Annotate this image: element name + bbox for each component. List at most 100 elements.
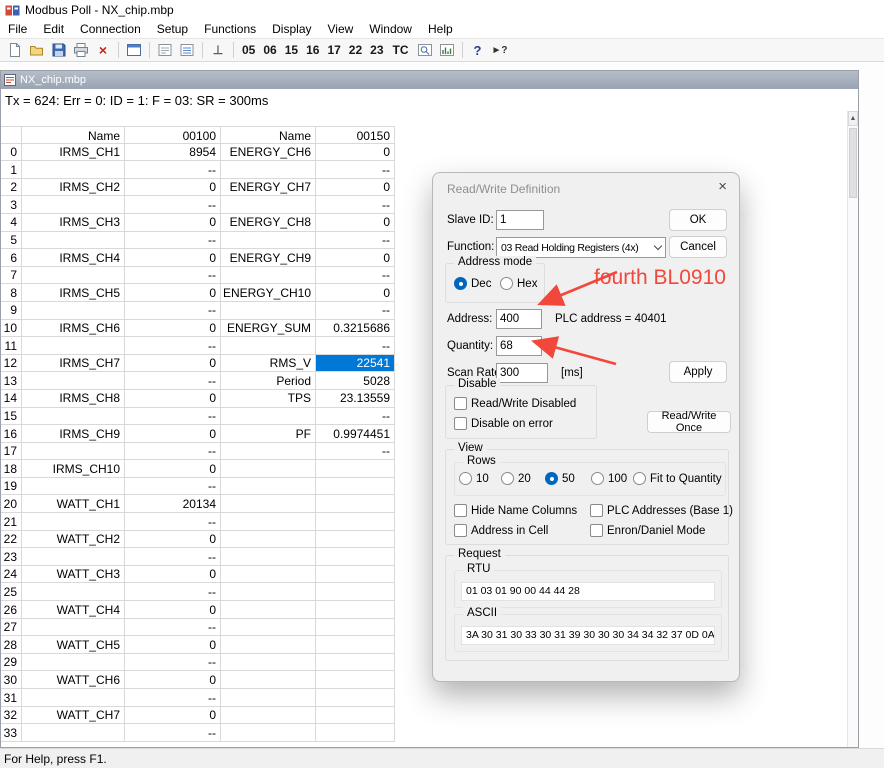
value-cell[interactable]: -- (125, 689, 221, 707)
value-cell[interactable]: 0 (125, 671, 221, 689)
value-cell[interactable]: 22541 (316, 355, 395, 373)
value-cell[interactable]: -- (125, 337, 221, 355)
name-cell[interactable]: IRMS_CH2 (22, 179, 125, 197)
name-cell[interactable] (221, 724, 316, 742)
value-cell[interactable]: 0 (125, 284, 221, 302)
name-cell[interactable]: ENERGY_CH10 (221, 284, 316, 302)
name-cell[interactable] (221, 601, 316, 619)
value-cell[interactable]: -- (125, 583, 221, 601)
hide-name-columns-checkbox[interactable]: Hide Name Columns (454, 504, 577, 517)
name-cell[interactable] (221, 302, 316, 320)
name-cell[interactable] (221, 478, 316, 496)
pin-button[interactable]: ⊥ (207, 39, 229, 61)
name-cell[interactable] (221, 161, 316, 179)
value-cell[interactable]: -- (316, 302, 395, 320)
new-file-button[interactable] (4, 39, 26, 61)
name-cell[interactable] (22, 478, 125, 496)
name-cell[interactable]: IRMS_CH5 (22, 284, 125, 302)
value-cell[interactable] (316, 531, 395, 549)
name-cell[interactable] (22, 196, 125, 214)
name-cell[interactable]: TPS (221, 390, 316, 408)
name-cell[interactable] (221, 460, 316, 478)
menu-item[interactable]: View (320, 21, 362, 37)
value-cell[interactable] (316, 654, 395, 672)
name-cell[interactable] (22, 302, 125, 320)
value-cell[interactable]: 0 (316, 284, 395, 302)
name-cell[interactable]: WATT_CH4 (22, 601, 125, 619)
value-cell[interactable]: -- (125, 443, 221, 461)
name-cell[interactable]: WATT_CH6 (22, 671, 125, 689)
help-button[interactable]: ? (467, 39, 489, 61)
name-cell[interactable] (22, 513, 125, 531)
value-cell[interactable]: -- (125, 372, 221, 390)
value-cell[interactable]: -- (125, 267, 221, 285)
value-cell[interactable] (316, 478, 395, 496)
value-cell[interactable]: -- (125, 619, 221, 637)
rows-fit-radio[interactable]: Fit to Quantity (633, 472, 722, 485)
value-cell[interactable] (316, 548, 395, 566)
rows-50-radio[interactable]: 50 (545, 472, 575, 485)
name-cell[interactable] (221, 671, 316, 689)
value-cell[interactable]: 5028 (316, 372, 395, 390)
rows-100-radio[interactable]: 100 (591, 472, 627, 485)
value-cell[interactable]: 0.3215686 (316, 320, 395, 338)
display-options-button[interactable] (176, 39, 198, 61)
scan-rate-input[interactable] (496, 363, 548, 383)
name-cell[interactable] (221, 443, 316, 461)
disable-on-error-checkbox[interactable]: Disable on error (454, 417, 553, 430)
name-cell[interactable] (221, 654, 316, 672)
name-cell[interactable] (221, 636, 316, 654)
menu-item[interactable]: Connection (72, 21, 149, 37)
name-cell[interactable]: ENERGY_CH8 (221, 214, 316, 232)
quantity-input[interactable] (496, 336, 542, 356)
plc-addresses-checkbox[interactable]: PLC Addresses (Base 1) (590, 504, 733, 517)
value-cell[interactable]: -- (316, 161, 395, 179)
test-center-button[interactable]: TC (388, 39, 414, 61)
name-cell[interactable]: IRMS_CH3 (22, 214, 125, 232)
value-cell[interactable] (316, 671, 395, 689)
name-cell[interactable] (221, 689, 316, 707)
value-cell[interactable]: 0 (316, 214, 395, 232)
name-cell[interactable] (22, 583, 125, 601)
value-cell[interactable]: 0 (125, 179, 221, 197)
name-cell[interactable] (22, 161, 125, 179)
name-cell[interactable]: IRMS_CH8 (22, 390, 125, 408)
name-cell[interactable] (22, 724, 125, 742)
name-cell[interactable]: IRMS_CH1 (22, 144, 125, 162)
name-cell[interactable] (22, 408, 125, 426)
value-cell[interactable]: -- (125, 302, 221, 320)
value-cell[interactable]: 0 (125, 249, 221, 267)
scrollbar-thumb[interactable] (849, 128, 857, 198)
context-help-button[interactable]: ►? (489, 39, 511, 61)
name-cell[interactable]: WATT_CH1 (22, 495, 125, 513)
name-cell[interactable]: WATT_CH7 (22, 707, 125, 725)
ok-button[interactable]: OK (669, 209, 727, 231)
enron-daniel-checkbox[interactable]: Enron/Daniel Mode (590, 524, 705, 537)
value-cell[interactable]: 0 (125, 566, 221, 584)
name-cell[interactable] (22, 337, 125, 355)
name-cell[interactable]: ENERGY_CH7 (221, 179, 316, 197)
name-cell[interactable]: ENERGY_CH9 (221, 249, 316, 267)
function-code-button[interactable]: 17 (324, 39, 343, 61)
read-write-disabled-checkbox[interactable]: Read/Write Disabled (454, 397, 576, 410)
value-cell[interactable]: -- (316, 232, 395, 250)
value-cell[interactable]: -- (316, 267, 395, 285)
read-write-once-button[interactable]: Read/Write Once (647, 411, 731, 433)
name-cell[interactable] (221, 619, 316, 637)
name-cell[interactable] (22, 443, 125, 461)
name-cell[interactable] (22, 232, 125, 250)
cancel-button[interactable]: Cancel (669, 236, 727, 258)
value-cell[interactable]: 0 (316, 249, 395, 267)
value-cell[interactable]: -- (125, 548, 221, 566)
name-cell[interactable]: WATT_CH3 (22, 566, 125, 584)
name-cell[interactable] (221, 232, 316, 250)
name-cell[interactable]: IRMS_CH6 (22, 320, 125, 338)
function-code-button[interactable]: 23 (367, 39, 386, 61)
name-cell[interactable] (221, 196, 316, 214)
dec-radio[interactable]: Dec (454, 277, 491, 290)
name-cell[interactable] (22, 619, 125, 637)
address-input[interactable] (496, 309, 542, 329)
cancel-poll-button[interactable]: × (92, 39, 114, 61)
apply-button[interactable]: Apply (669, 361, 727, 383)
value-cell[interactable]: 8954 (125, 144, 221, 162)
